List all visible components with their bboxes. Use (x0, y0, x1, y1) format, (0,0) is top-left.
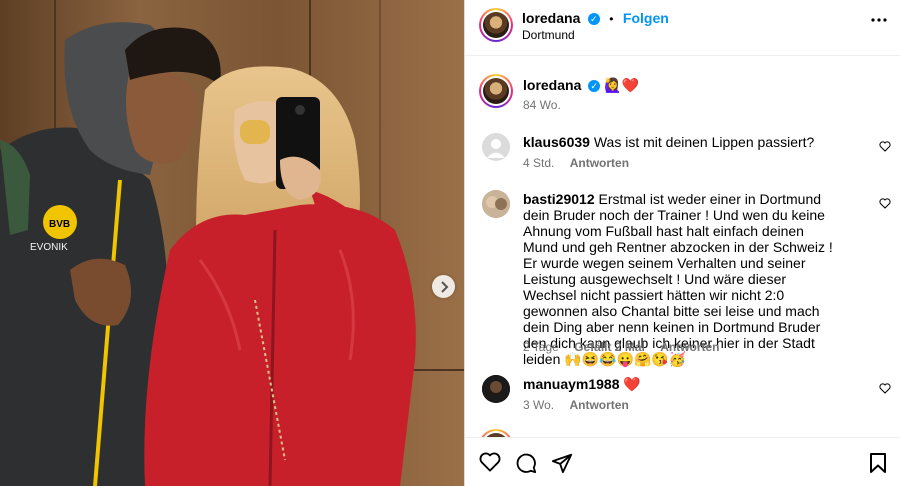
comment-meta: 2 Tage Gefällt 2 Mal Antworten (523, 340, 732, 354)
comment-age[interactable]: 3 Wo. (523, 398, 554, 412)
post-actions-bar (465, 437, 900, 486)
reply-button[interactable]: Antworten (569, 398, 628, 412)
like-comment-heart-icon[interactable] (879, 383, 891, 394)
comment: klaus6039 Was ist mit deinen Lippen pass… (523, 134, 863, 150)
reply-button[interactable]: Antworten (570, 156, 629, 170)
chevron-right-icon (440, 280, 448, 293)
like-comment-heart-icon[interactable] (879, 141, 891, 152)
post-location[interactable]: Dortmund (522, 28, 575, 42)
more-options-icon[interactable] (871, 18, 887, 22)
caption: loredana ✓ 🙋‍♀️❤️ (523, 77, 639, 93)
caption-text: 🙋‍♀️❤️ (604, 77, 640, 93)
comment-meta: 4 Std. Antworten (523, 156, 641, 170)
comment-avatar[interactable] (482, 375, 510, 403)
comment-text: ❤️ (623, 376, 641, 392)
comment-avatar[interactable] (482, 133, 510, 161)
comment-age[interactable]: 2 Tage (523, 340, 559, 354)
comment-avatar[interactable] (482, 190, 510, 218)
author-username[interactable]: loredana (522, 10, 580, 26)
like-comment-heart-icon[interactable] (879, 198, 891, 209)
comment: manuaym1988 ❤️ (523, 376, 641, 392)
post-side-panel: loredana ✓ • Folgen Dortmund loredana ✓ … (464, 0, 900, 486)
caption-meta: 84 Wo. (523, 98, 573, 112)
author-avatar[interactable] (479, 8, 513, 42)
verified-badge-icon: ✓ (587, 12, 600, 25)
bookmark-icon[interactable] (869, 452, 887, 474)
comments-list[interactable]: loredana ✓ 🙋‍♀️❤️ 84 Wo. klaus6039 Was i… (465, 57, 900, 437)
caption-avatar[interactable] (479, 74, 513, 108)
svg-text:EVONIK: EVONIK (30, 242, 68, 253)
post-image: BVB EVONIK (0, 0, 464, 486)
next-image-button[interactable] (432, 275, 455, 298)
caption-username[interactable]: loredana (523, 77, 581, 93)
comment-meta: 3 Wo. Antworten (523, 398, 641, 412)
follow-button[interactable]: Folgen (623, 10, 669, 26)
comment-avatar[interactable] (479, 429, 513, 437)
comment-username[interactable]: basti29012 (523, 191, 595, 207)
default-avatar-icon (487, 139, 505, 158)
comment-age[interactable]: 4 Std. (523, 156, 554, 170)
share-icon[interactable] (551, 452, 573, 474)
heart-icon[interactable] (479, 452, 501, 472)
svg-text:BVB: BVB (49, 219, 70, 230)
comment-username[interactable]: manuaym1988 (523, 376, 620, 392)
separator-dot: • (609, 12, 614, 26)
reply-button[interactable]: Antworten (660, 340, 719, 354)
verified-badge-icon: ✓ (588, 80, 601, 93)
avatar-photo-icon (482, 190, 510, 218)
avatar-photo-icon (482, 375, 510, 403)
caption-age[interactable]: 84 Wo. (523, 98, 561, 112)
post-photo[interactable]: BVB EVONIK (0, 0, 464, 486)
comment-username[interactable]: klaus6039 (523, 134, 590, 150)
comment-icon[interactable] (515, 452, 537, 474)
post-header: loredana ✓ • Folgen Dortmund (465, 0, 900, 56)
comment-likes[interactable]: Gefällt 2 Mal (574, 340, 645, 354)
comment-text: Was ist mit deinen Lippen passiert? (593, 134, 815, 150)
